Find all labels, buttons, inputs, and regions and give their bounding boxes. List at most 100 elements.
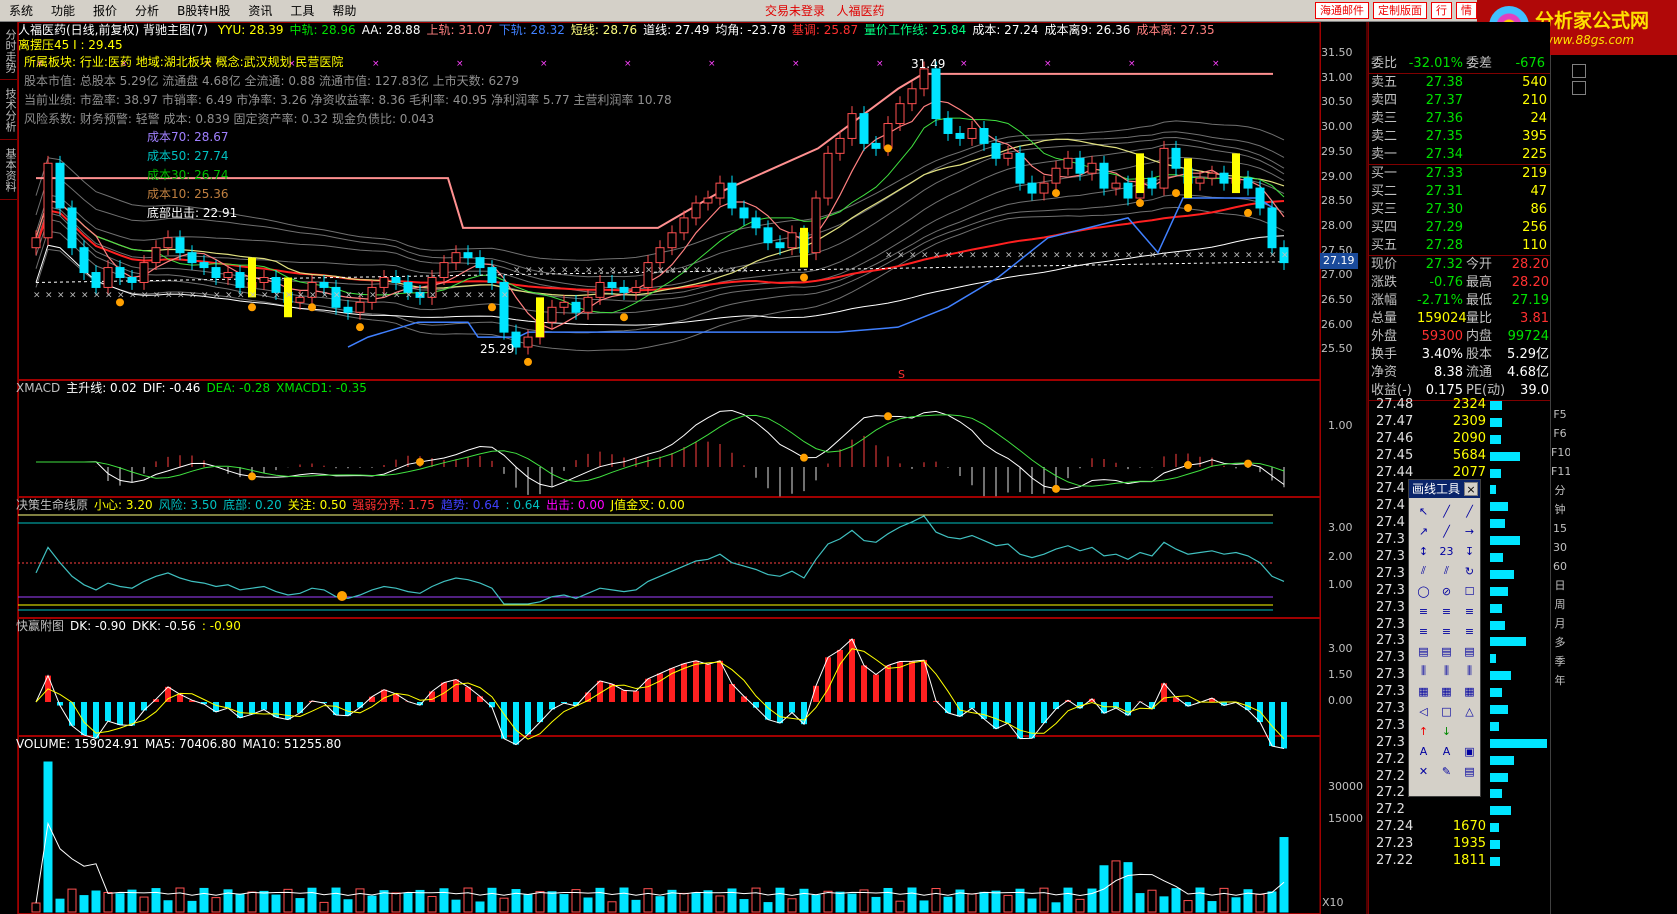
menu-news[interactable]: 资讯: [239, 0, 281, 22]
quote-level-row[interactable]: 买三 27.30 86: [1369, 201, 1550, 219]
draw-tool-icon[interactable]: ▤: [1413, 642, 1434, 660]
draw-tool-icon[interactable]: □: [1436, 702, 1457, 720]
draw-tool-icon[interactable]: A: [1436, 742, 1457, 760]
toolbox-title-bar[interactable]: 画线工具 ×: [1409, 480, 1480, 498]
quote-level-row[interactable]: 买四 27.29 256: [1369, 219, 1550, 237]
draw-tool-icon[interactable]: ✕: [1413, 762, 1434, 780]
period-tab-5[interactable]: 钟: [1551, 500, 1569, 519]
draw-tool-icon[interactable]: ▤: [1459, 762, 1480, 780]
draw-tool-icon[interactable]: ◯: [1413, 582, 1434, 600]
side-button-1-icon[interactable]: [1572, 64, 1586, 78]
period-tab-11[interactable]: 月: [1551, 614, 1569, 633]
drawing-toolbox[interactable]: 画线工具 × ↖ ╱ ╱ ↗ ╱ → ↕ 23 ↧ ⫽ ⫽ ↻ ◯ ⊘ ☐ ≡ ≡ ≡ ≡ ≡ ≡ ▤ ▤ ▤ ⫼ ⫼ ⫼ ▦ ▦ ▦ ◁ □…: [1408, 479, 1481, 797]
draw-tool-icon[interactable]: ↻: [1459, 562, 1480, 580]
quote-level-row[interactable]: 买一 27.33 219: [1369, 165, 1550, 183]
draw-tool-icon[interactable]: ≡: [1413, 602, 1434, 620]
draw-tool-icon[interactable]: ↖: [1413, 502, 1434, 520]
draw-tool-icon[interactable]: ⫽: [1436, 562, 1457, 580]
draw-tool-icon[interactable]: ↗: [1413, 522, 1434, 540]
cross-marker: ×: [369, 290, 377, 300]
tab-intraday[interactable]: 分时走势: [0, 22, 18, 80]
quote-button-1[interactable]: 行: [1431, 2, 1452, 19]
draw-tool-icon[interactable]: ╱: [1436, 502, 1457, 520]
quote-level-row[interactable]: 买二 27.31 47: [1369, 183, 1550, 201]
tab-fundamental[interactable]: 基本资料: [0, 140, 18, 200]
xmacd-dot: [1184, 461, 1192, 470]
period-tab-0[interactable]: F5: [1551, 405, 1569, 424]
candle-body: [823, 152, 833, 199]
period-tab-1[interactable]: F6: [1551, 424, 1569, 443]
period-tab-8[interactable]: 60: [1551, 557, 1569, 576]
quote-level-row[interactable]: 卖一 27.34 225: [1369, 146, 1550, 164]
menu-quote[interactable]: 报价: [84, 0, 126, 22]
quote-level-row[interactable]: 卖四 27.37 210: [1369, 92, 1550, 110]
draw-tool-icon[interactable]: ≡: [1436, 622, 1457, 640]
period-tab-10[interactable]: 周: [1551, 595, 1569, 614]
cross-marker: ×: [945, 251, 953, 261]
volume-bar: [1195, 887, 1205, 913]
cross-marker: ×: [297, 290, 305, 300]
draw-tool-icon[interactable]: ⊘: [1436, 582, 1457, 600]
draw-tool-icon[interactable]: ≡: [1413, 622, 1434, 640]
period-tab-7[interactable]: 30: [1551, 538, 1569, 557]
quote-button-2[interactable]: 情: [1456, 2, 1477, 19]
chart-area[interactable]: × × × × × × × × × × × × × × × × × × × × × × × × × × × × × × × × × × × × × × × ×…: [16, 22, 1368, 914]
draw-tool-icon[interactable]: ≡: [1436, 602, 1457, 620]
draw-tool-icon[interactable]: ╱: [1436, 522, 1457, 540]
draw-tool-icon[interactable]: →: [1459, 522, 1480, 540]
custom-layout-button[interactable]: 定制版面: [1373, 2, 1427, 19]
menu-function[interactable]: 功能: [42, 0, 84, 22]
draw-tool-icon[interactable]: ◁: [1413, 702, 1434, 720]
menu-help[interactable]: 帮助: [323, 0, 365, 22]
draw-tool-icon[interactable]: ▤: [1459, 642, 1480, 660]
quote-level-row[interactable]: 卖三 27.36 24: [1369, 110, 1550, 128]
draw-tool-icon[interactable]: ╱: [1459, 502, 1480, 520]
trade-status[interactable]: 交易未登录: [765, 4, 825, 18]
draw-tool-icon[interactable]: ⫼: [1436, 662, 1457, 680]
draw-tool-icon[interactable]: ↓: [1436, 722, 1457, 740]
main-panel-title: 人福医药(日线,前复权) 背驰主图(7): [18, 23, 208, 37]
draw-tool-icon[interactable]: ≡: [1459, 622, 1480, 640]
quote-level-row[interactable]: 买五 27.28 110: [1369, 237, 1550, 255]
draw-tool-icon[interactable]: ✎: [1436, 762, 1457, 780]
draw-tool-icon[interactable]: ▦: [1436, 682, 1457, 700]
draw-tool-icon[interactable]: 23: [1436, 542, 1457, 560]
draw-tool-icon[interactable]: ↑: [1413, 722, 1434, 740]
draw-tool-icon[interactable]: ▣: [1459, 742, 1480, 760]
draw-tool-icon[interactable]: ⫼: [1459, 662, 1480, 680]
period-tab-2[interactable]: F10: [1551, 443, 1571, 462]
period-tab-13[interactable]: 季: [1551, 652, 1569, 671]
draw-tool-icon[interactable]: [1459, 722, 1480, 740]
quote-level-row[interactable]: 卖二 27.35 395: [1369, 128, 1550, 146]
tab-technical[interactable]: 技术分析: [0, 80, 18, 140]
draw-tool-icon[interactable]: ↕: [1413, 542, 1434, 560]
draw-tool-icon[interactable]: ↧: [1459, 542, 1480, 560]
top-marker: ×: [1212, 59, 1220, 69]
period-tab-6[interactable]: 15: [1551, 519, 1569, 538]
stat-label: 外盘: [1371, 329, 1398, 344]
draw-tool-icon[interactable]: ⫼: [1413, 662, 1434, 680]
draw-tool-icon[interactable]: ▦: [1459, 682, 1480, 700]
draw-tool-icon[interactable]: ☐: [1459, 582, 1480, 600]
menu-system[interactable]: 系统: [0, 0, 42, 22]
draw-tool-icon[interactable]: △: [1459, 702, 1480, 720]
mail-button[interactable]: 海通邮件: [1315, 2, 1369, 19]
period-tab-12[interactable]: 多: [1551, 633, 1569, 652]
draw-tool-icon[interactable]: ▤: [1436, 642, 1457, 660]
menu-tools[interactable]: 工具: [281, 0, 323, 22]
side-button-2-icon[interactable]: [1572, 81, 1586, 95]
quote-level-row[interactable]: 卖五 27.38 540: [1369, 74, 1550, 92]
menu-analysis[interactable]: 分析: [126, 0, 168, 22]
period-tab-3[interactable]: F11: [1551, 462, 1571, 481]
draw-tool-icon[interactable]: ⫽: [1413, 562, 1434, 580]
period-tab-14[interactable]: 年: [1551, 671, 1569, 690]
period-tab-9[interactable]: 日: [1551, 576, 1569, 595]
draw-tool-icon[interactable]: ≡: [1459, 602, 1480, 620]
close-icon[interactable]: ×: [1464, 482, 1478, 496]
draw-tool-icon[interactable]: ▦: [1413, 682, 1434, 700]
candle-body: [319, 281, 329, 288]
draw-tool-icon[interactable]: A: [1413, 742, 1434, 760]
login-status[interactable]: 交易未登录 人福医药: [765, 0, 884, 22]
menu-b-to-h[interactable]: B股转H股: [168, 0, 239, 22]
period-tab-4[interactable]: 分: [1551, 481, 1569, 500]
